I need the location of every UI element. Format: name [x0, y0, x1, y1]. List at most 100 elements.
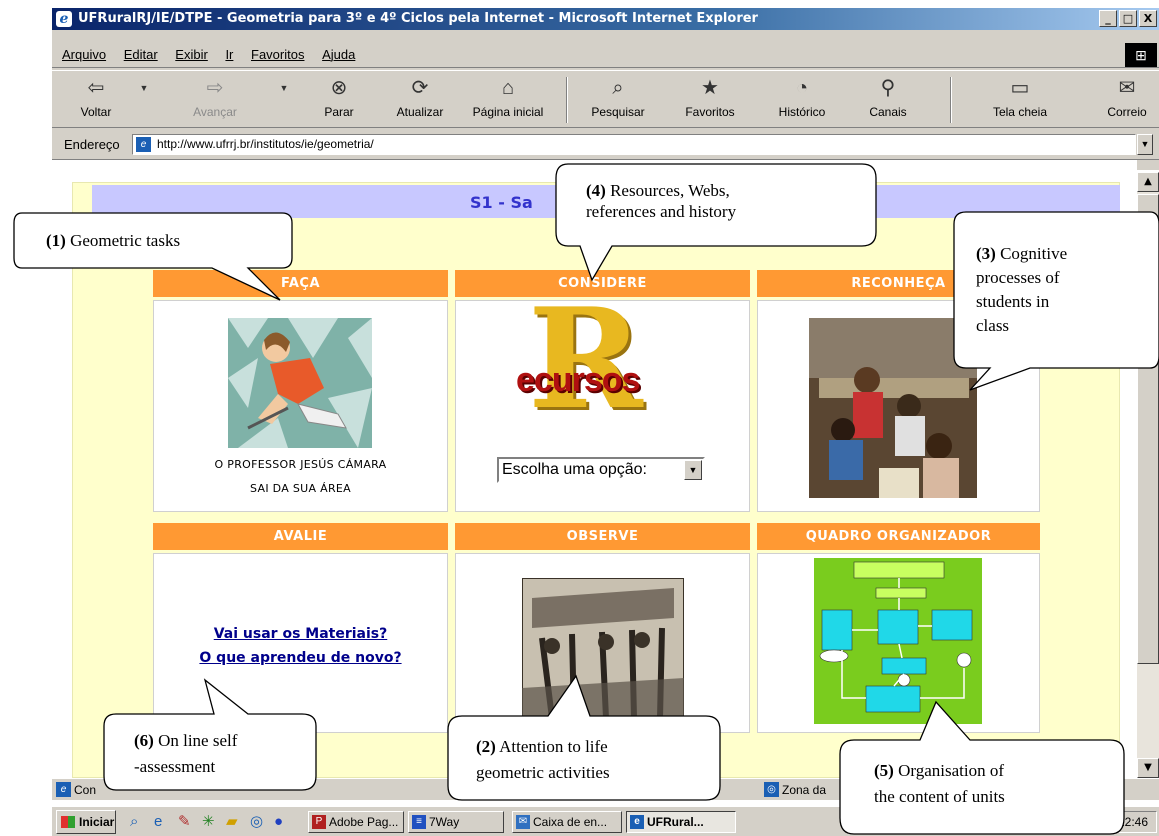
callout-1-label: Geometric tasks	[70, 231, 181, 250]
mail-label: Correio	[1107, 105, 1147, 119]
materials-link[interactable]: Vai usar os Materiais?	[153, 626, 448, 642]
quicklaunch-search-icon[interactable]: ⌕	[130, 814, 138, 830]
maximize-button[interactable]: □	[1119, 10, 1137, 27]
reconheca-photo[interactable]	[809, 318, 977, 498]
tray-network-icon[interactable]: ▣	[1014, 814, 1026, 834]
search-button[interactable]: ⌕ Pesquisar	[578, 71, 658, 127]
start-button[interactable]: Iniciar	[56, 810, 116, 834]
tray-power-icon[interactable]: ϟ	[1074, 814, 1081, 834]
stop-icon: ⊗	[330, 77, 348, 99]
section-title: S1 - Sa	[470, 193, 533, 212]
task-inbox-label: Caixa de en...	[533, 815, 608, 829]
ie-task-icon: e	[630, 815, 644, 829]
callout-3-line-4: class	[976, 316, 1010, 335]
forward-label: Avançar	[193, 105, 237, 119]
callout-2-text: (2) Attention to life geometric activitie…	[476, 734, 610, 786]
header-observe[interactable]: OBSERVE	[455, 523, 750, 550]
menu-arquivo[interactable]: Arquivo	[62, 47, 106, 62]
task-inbox[interactable]: ✉ Caixa de en...	[512, 811, 622, 833]
task-adobe[interactable]: P Adobe Pag...	[308, 811, 404, 833]
back-dropdown[interactable]: ▼	[132, 71, 156, 127]
toolbar-separator	[950, 77, 952, 123]
quicklaunch-folder-icon[interactable]: ▰	[226, 814, 238, 830]
recursos-logo[interactable]: R ecursos	[510, 289, 690, 433]
internet-zone-icon: ◎	[764, 782, 779, 797]
stop-label: Parar	[324, 105, 354, 119]
callout-5-text: (5) Organisation of the content of units	[874, 758, 1005, 810]
fullscreen-icon: ▭	[1010, 77, 1030, 99]
callout-5-number: (5)	[874, 761, 894, 780]
header-faca[interactable]: FAÇA	[153, 270, 448, 297]
menu-bar: Arquivo Editar Exibir Ir Favoritos Ajuda…	[52, 42, 1159, 68]
windows-logo-icon: ⊞	[1125, 43, 1157, 67]
tray-antivirus-icon[interactable]: ✿	[1054, 814, 1065, 834]
forward-button[interactable]: ⇨ Avançar	[182, 71, 248, 127]
callout-5-line-1: Organisation of	[898, 761, 1004, 780]
window-title: UFRuralRJ/IE/DTPE - Geometria para 3º e …	[78, 11, 758, 26]
address-dropdown-button[interactable]: ▼	[1137, 134, 1153, 155]
ie-icon: e	[56, 11, 72, 27]
back-button[interactable]: ⇦ Voltar	[66, 71, 126, 127]
menu-exibir[interactable]: Exibir	[175, 47, 208, 62]
callout-2-number: (2)	[476, 737, 496, 756]
status-text: Con	[74, 783, 97, 797]
scroll-up-button[interactable]: ▲	[1137, 172, 1159, 192]
task-ufrural[interactable]: e UFRural...	[626, 811, 736, 833]
fullscreen-button[interactable]: ▭ Tela cheia	[980, 71, 1060, 127]
menu-favoritos[interactable]: Favoritos	[251, 47, 304, 62]
volume-icon[interactable]: ◀	[1034, 814, 1044, 834]
stop-button[interactable]: ⊗ Parar	[314, 71, 364, 127]
vertical-scrollbar[interactable]: ▲ ▼	[1137, 172, 1159, 778]
forward-arrow-icon: ⇨	[206, 77, 224, 99]
header-avalie[interactable]: AVALIE	[153, 523, 448, 550]
task-7way[interactable]: ≡ 7Way	[408, 811, 504, 833]
close-button[interactable]: X	[1139, 10, 1157, 27]
resources-select-value: Escolha uma opção:	[502, 461, 647, 478]
history-button[interactable]: ◔ Histórico	[762, 71, 842, 127]
channels-icon: ⚲	[880, 77, 896, 99]
quadro-organizador-diagram[interactable]	[814, 558, 982, 724]
page-icon: e	[136, 137, 151, 152]
menu-ajuda[interactable]: Ajuda	[322, 47, 355, 62]
favorites-label: Favoritos	[685, 105, 735, 119]
scroll-thumb[interactable]	[1137, 194, 1159, 664]
history-icon: ◔	[795, 77, 809, 99]
fullscreen-label: Tela cheia	[992, 105, 1048, 119]
faca-illustration[interactable]	[228, 318, 372, 448]
back-arrow-icon: ⇦	[87, 77, 105, 99]
callout-3-line-2: processes of	[976, 268, 1060, 287]
favorites-folder-icon: ★	[701, 77, 719, 99]
home-button[interactable]: ⌂ Página inicial	[460, 71, 556, 127]
quicklaunch-ie-icon[interactable]: e	[154, 814, 162, 830]
learned-link[interactable]: O que aprendeu de novo?	[153, 650, 448, 666]
channels-button[interactable]: ⚲ Canais	[858, 71, 918, 127]
system-tray: ▦ ▣ ◀ ✿ ϟ 12:46	[987, 811, 1157, 833]
address-bar: Endereço e http://www.ufrrj.br/instituto…	[52, 130, 1159, 160]
forward-dropdown[interactable]: ▼	[272, 71, 296, 127]
mail-button[interactable]: ✉ Correio	[1096, 71, 1158, 127]
tray-app-icon[interactable]: ▦	[994, 814, 1006, 834]
quicklaunch-chat-icon[interactable]: ●	[274, 814, 283, 830]
quicklaunch-browser-icon[interactable]: ◎	[250, 814, 263, 830]
observe-engraving[interactable]	[522, 578, 684, 724]
back-label: Voltar	[80, 105, 112, 119]
toolbar-separator	[566, 77, 568, 123]
menu-editar[interactable]: Editar	[124, 47, 158, 62]
resources-select[interactable]: Escolha uma opção: ▼	[497, 457, 705, 483]
mail-icon: ✉	[1118, 77, 1136, 99]
minimize-button[interactable]: _	[1099, 10, 1117, 27]
task-7way-label: 7Way	[429, 815, 460, 829]
menu-ir[interactable]: Ir	[225, 47, 233, 62]
callout-5-line-2: the content of units	[874, 787, 1005, 806]
start-label: Iniciar	[79, 815, 115, 829]
favorites-button[interactable]: ★ Favoritos	[670, 71, 750, 127]
scroll-down-button[interactable]: ▼	[1137, 758, 1159, 778]
quicklaunch-paint-icon[interactable]: ✎	[178, 814, 191, 830]
address-label: Endereço	[64, 137, 120, 152]
address-input[interactable]: e http://www.ufrrj.br/institutos/ie/geom…	[132, 134, 1136, 155]
header-quadro[interactable]: QUADRO ORGANIZADOR	[757, 523, 1040, 550]
dropdown-arrow-icon: ▼	[279, 83, 289, 93]
quicklaunch-network-icon[interactable]: ✳	[202, 814, 215, 830]
refresh-button[interactable]: ⟳ Atualizar	[390, 71, 450, 127]
chevron-down-icon: ▼	[684, 460, 702, 480]
